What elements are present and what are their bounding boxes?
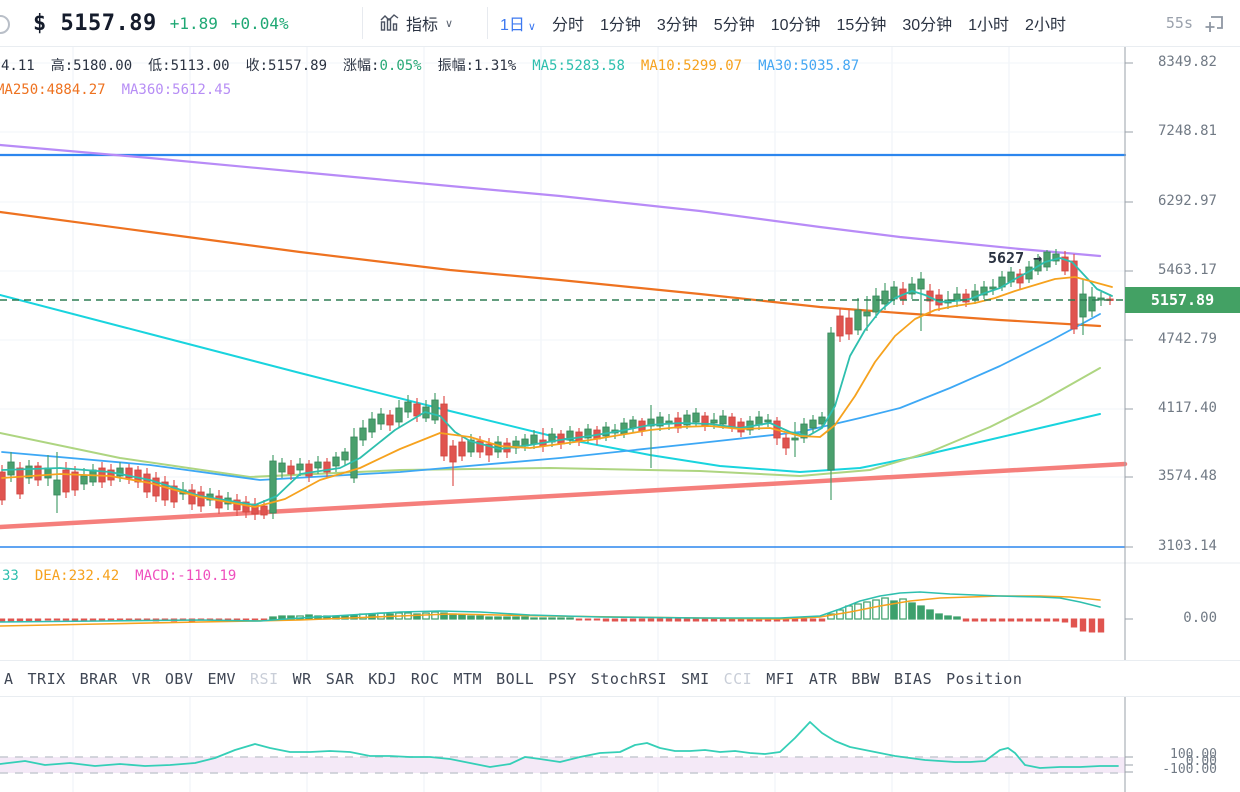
timeframe-9[interactable]: 2小时	[1025, 11, 1066, 35]
tab-rsi[interactable]: RSI	[250, 670, 279, 688]
trading-terminal: $ 5157.89 +1.89 +0.04% 指标 ∨ 1日 ∨ 分时 1分钟 3分钟 5…	[0, 0, 1240, 792]
axis-label: 4742.79	[1157, 331, 1217, 347]
tab-bias[interactable]: BIAS	[894, 670, 932, 688]
tab-smi[interactable]: SMI	[681, 670, 710, 688]
current-price-tag: 5157.89	[1125, 287, 1240, 313]
macdrow-token-2: MACD:-110.19	[135, 568, 237, 584]
timeframe-6[interactable]: 15分钟	[837, 11, 887, 35]
timeframe-8[interactable]: 1小时	[968, 11, 1009, 35]
timeframe-7[interactable]: 30分钟	[902, 11, 952, 35]
tab-wr[interactable]: WR	[293, 670, 312, 688]
timeframe-1[interactable]: 分时	[552, 11, 584, 35]
axis-label: 6292.97	[1157, 193, 1217, 209]
tab-obv[interactable]: OBV	[165, 670, 194, 688]
tab-boll[interactable]: BOLL	[496, 670, 534, 688]
tab-trix[interactable]: TRIX	[28, 670, 66, 688]
indicator-menu-button[interactable]: 指标 ∨	[380, 0, 453, 46]
info1-token-3: 收:5157.89	[245, 58, 328, 74]
info1-token-5: 0.05%	[379, 58, 422, 74]
topbar: $ 5157.89 +1.89 +0.04% 指标 ∨ 1日 ∨ 分时 1分钟 3分钟 5…	[0, 0, 1240, 47]
axis-label: 5463.17	[1157, 262, 1217, 278]
info1-token-8: MA10:5299.07	[640, 58, 743, 74]
indicator-chart-icon	[380, 14, 399, 31]
timeframe-2[interactable]: 1分钟	[600, 11, 641, 35]
price-change-pct: +0.04%	[230, 13, 289, 33]
divider	[362, 7, 363, 39]
ma-info-row: MA250:4884.27 MA360:5612.45	[0, 82, 247, 98]
info1-token-9: MA30:5035.87	[758, 58, 860, 74]
ohlc-info-row: 4.11 高:5180.00 低:5113.00 收:5157.89 涨幅: 0.05% 振…	[1, 55, 875, 75]
tab-bbw[interactable]: BBW	[851, 670, 880, 688]
tab-mfi[interactable]: MFI	[766, 670, 795, 688]
axis-label: 7248.81	[1157, 123, 1217, 139]
macdrow-token-1: DEA:232.42	[34, 568, 120, 584]
tab-brar[interactable]: BRAR	[80, 670, 118, 688]
clipped-icon	[0, 15, 10, 34]
axis-label: 3103.14	[1157, 538, 1217, 554]
price-annotation: 5627 →	[988, 249, 1043, 267]
tab-cci[interactable]: CCI	[724, 670, 753, 688]
tab-position[interactable]: Position	[946, 670, 1022, 688]
price-change: +1.89	[169, 13, 218, 33]
info2-token-0: MA250:4884.27	[0, 82, 106, 98]
tab-vr[interactable]: VR	[132, 670, 151, 688]
divider	[487, 7, 488, 39]
tab-roc[interactable]: ROC	[411, 670, 440, 688]
price-group: $ 5157.89 +1.89 +0.04%	[33, 0, 289, 46]
axis-label: 4117.40	[1157, 400, 1217, 416]
axis-label: 8349.82	[1157, 54, 1217, 70]
symbol-price: $ 5157.89	[33, 10, 157, 36]
axis-label: -100.00	[1162, 762, 1217, 777]
macd-info-row: 33 DEA:232.42 MACD:-110.19	[2, 568, 252, 584]
tab-stochrsi[interactable]: StochRSI	[591, 670, 667, 688]
info1-token-4: 涨幅:	[343, 58, 380, 74]
indicator-label: 指标	[406, 17, 439, 34]
tab-sar[interactable]: SAR	[326, 670, 355, 688]
info1-token-6: 振幅:1.31%	[437, 58, 517, 74]
indicator-tabs: A TRIX BRAR VR OBV EMV RSI WR SAR KDJ ROC MTM BOLL PS…	[0, 660, 1240, 697]
timeframe-4[interactable]: 5分钟	[714, 11, 755, 35]
info1-token-0: 4.11	[1, 58, 35, 74]
axis-label: 3574.48	[1157, 468, 1217, 484]
tab-kdj[interactable]: KDJ	[368, 670, 397, 688]
tab-psy[interactable]: PSY	[548, 670, 577, 688]
timeframe-3[interactable]: 3分钟	[657, 11, 698, 35]
candle-countdown: 55s	[1165, 14, 1193, 32]
timeframe-0[interactable]: 1日 ∨	[500, 11, 536, 35]
macdrow-token-0: 33	[2, 568, 19, 584]
tab-atr[interactable]: ATR	[809, 670, 838, 688]
timeframe-5[interactable]: 10分钟	[771, 11, 821, 35]
info2-token-1: MA360:5612.45	[121, 82, 232, 98]
info1-token-7: MA5:5283.58	[532, 58, 625, 74]
screenshot-icon[interactable]	[1205, 13, 1226, 34]
tab-a[interactable]: A	[4, 670, 14, 688]
tab-emv[interactable]: EMV	[207, 670, 236, 688]
info1-token-1: 高:5180.00	[50, 58, 133, 74]
info1-token-2: 低:5113.00	[148, 58, 230, 74]
tab-mtm[interactable]: MTM	[453, 670, 482, 688]
axis-label: 0.00	[1183, 610, 1217, 626]
timeframe-bar: 1日 ∨ 分时 1分钟 3分钟 5分钟 10分钟 15分钟 30分钟 1小时 2小时	[500, 0, 1066, 46]
chevron-down-icon: ∨	[527, 21, 536, 33]
chevron-down-icon: ∨	[445, 17, 454, 30]
topbar-right: 55s	[1166, 0, 1226, 46]
